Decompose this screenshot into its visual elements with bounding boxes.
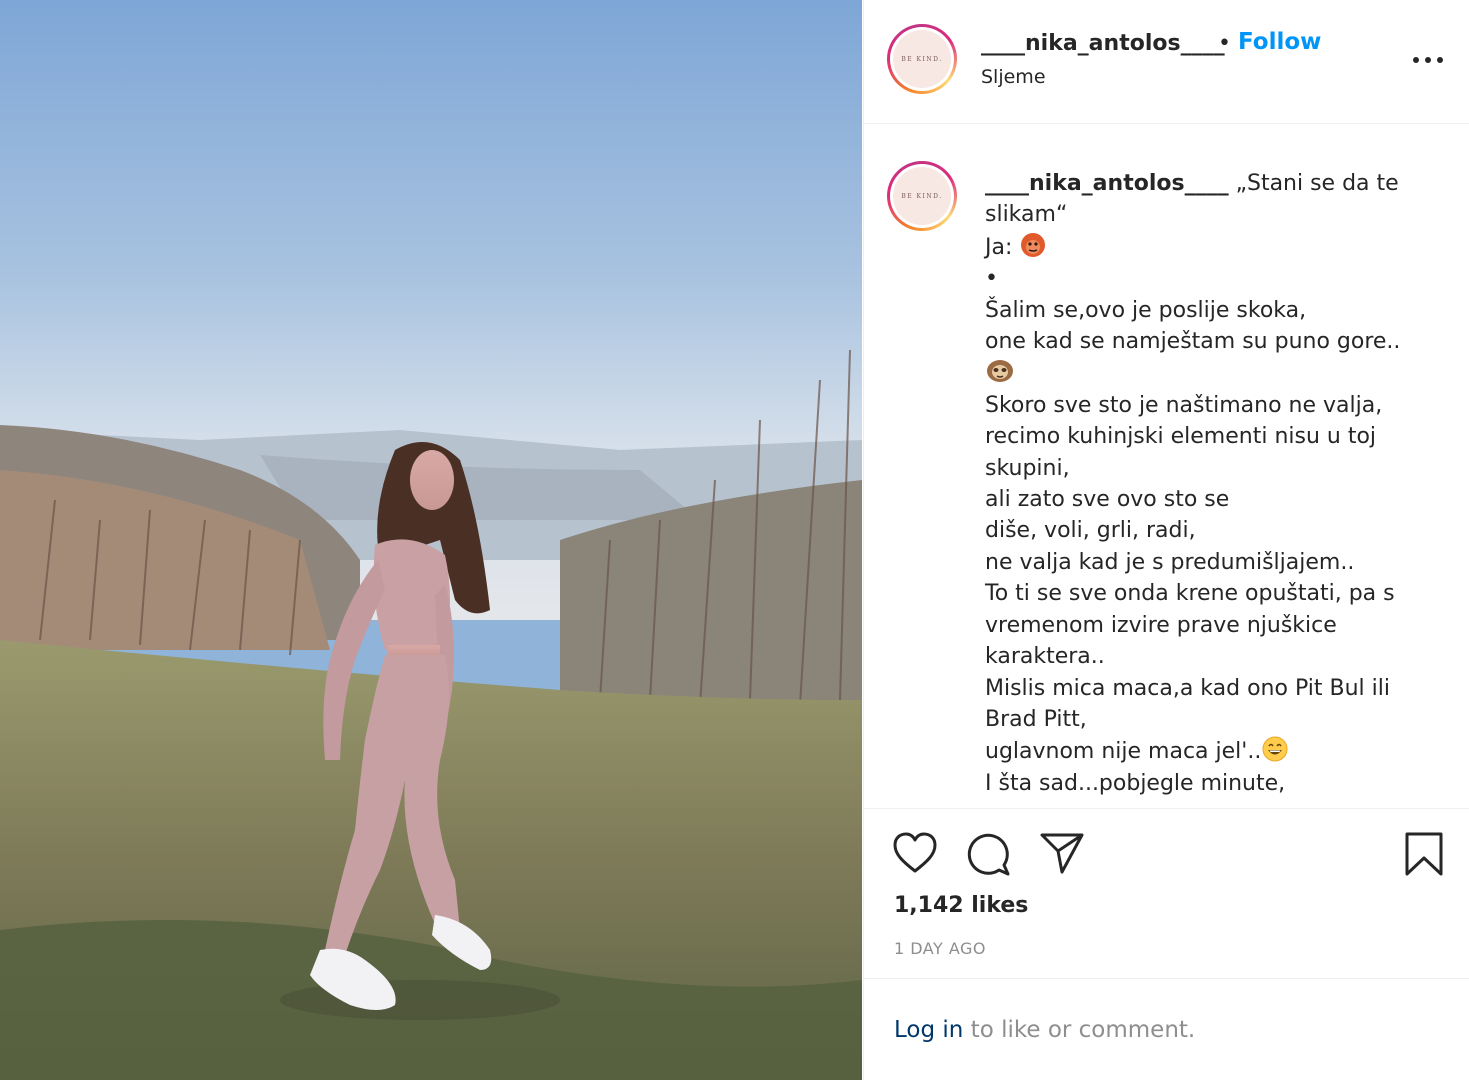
post-side-panel: BE KIND. ____nika_antolos____ • Follow S… [863, 0, 1469, 1080]
caption-line: Skoro sve sto je naštimano ne valja, [985, 392, 1383, 418]
follow-button[interactable]: Follow [1238, 29, 1321, 55]
caption-line: Šalim se,ovo je poslije skoka, [985, 297, 1307, 323]
login-link[interactable]: Log in [894, 1017, 963, 1043]
caption-line: recimo kuhinjski elementi nisu u toj [985, 424, 1377, 450]
caption-line: uglavnom nije maca jel'.. [985, 735, 1425, 767]
post-photo[interactable] [0, 0, 862, 1080]
caption-line: I šta sad...pobjegle minute, [985, 770, 1286, 796]
caption-line: one kad se namještam su puno gore.. [985, 329, 1401, 355]
caption-line: diše, voli, grli, radi, [985, 518, 1196, 544]
post-actions: 1,142 likes 1 DAY AGO [864, 808, 1469, 978]
header-avatar[interactable]: BE KIND. [887, 24, 957, 94]
login-row: Log in to like or comment. [894, 1017, 1195, 1043]
avatar-text: BE KIND. [901, 192, 943, 200]
caption-area[interactable]: BE KIND. ____nika_antolos____ „Stani se … [864, 125, 1469, 808]
caption-line: Mislis mica maca,a kad ono Pit Bul ili [985, 675, 1390, 701]
bookmark-icon[interactable] [1404, 831, 1444, 877]
caption-text: ____nika_antolos____ „Stani se da te sli… [985, 168, 1425, 799]
login-prompt: Log in to like or comment. [864, 978, 1469, 1080]
caption-line-1: ____nika_antolos____ „Stani se da te [985, 171, 1399, 196]
caption-line: To ti se sve onda krene opuštati, pa s [985, 581, 1395, 607]
comment-icon[interactable] [965, 831, 1011, 877]
caption-line: Brad Pitt, [985, 706, 1087, 732]
caption-line: vremenom izvire prave njuškice [985, 612, 1337, 638]
caption-line: skupini, [985, 455, 1070, 481]
heart-icon[interactable] [892, 831, 938, 875]
post-header: BE KIND. ____nika_antolos____ • Follow S… [864, 0, 1469, 124]
login-rest-text: to like or comment. [963, 1017, 1196, 1043]
gorilla-emoji [1021, 232, 1046, 257]
header-username[interactable]: ____nika_antolos____ [981, 31, 1225, 56]
caption-line: ne valja kad je s predumišljajem.. [985, 549, 1355, 575]
likes-count[interactable]: 1,142 likes [894, 893, 1028, 918]
caption-avatar[interactable]: BE KIND. [887, 161, 957, 231]
post-timestamp[interactable]: 1 DAY AGO [894, 939, 986, 958]
caption-line: ali zato sve ovo sto se [985, 487, 1230, 513]
more-options-icon[interactable] [1411, 44, 1445, 74]
caption-username[interactable]: ____nika_antolos____ [985, 171, 1229, 196]
share-icon[interactable] [1039, 831, 1085, 875]
caption-line [985, 357, 1425, 389]
photo-scene [0, 0, 862, 1080]
caption-line: Ja: [985, 231, 1425, 263]
avatar-text: BE KIND. [901, 55, 943, 63]
location-link[interactable]: Sljeme [981, 66, 1046, 88]
caption-line: • [985, 266, 998, 292]
caption-line: slikam“ [985, 202, 1068, 228]
sloth-emoji [987, 360, 1013, 383]
grinning-emoji [1262, 736, 1288, 762]
caption-line: karaktera.. [985, 644, 1105, 670]
follow-separator: • [1218, 31, 1231, 56]
